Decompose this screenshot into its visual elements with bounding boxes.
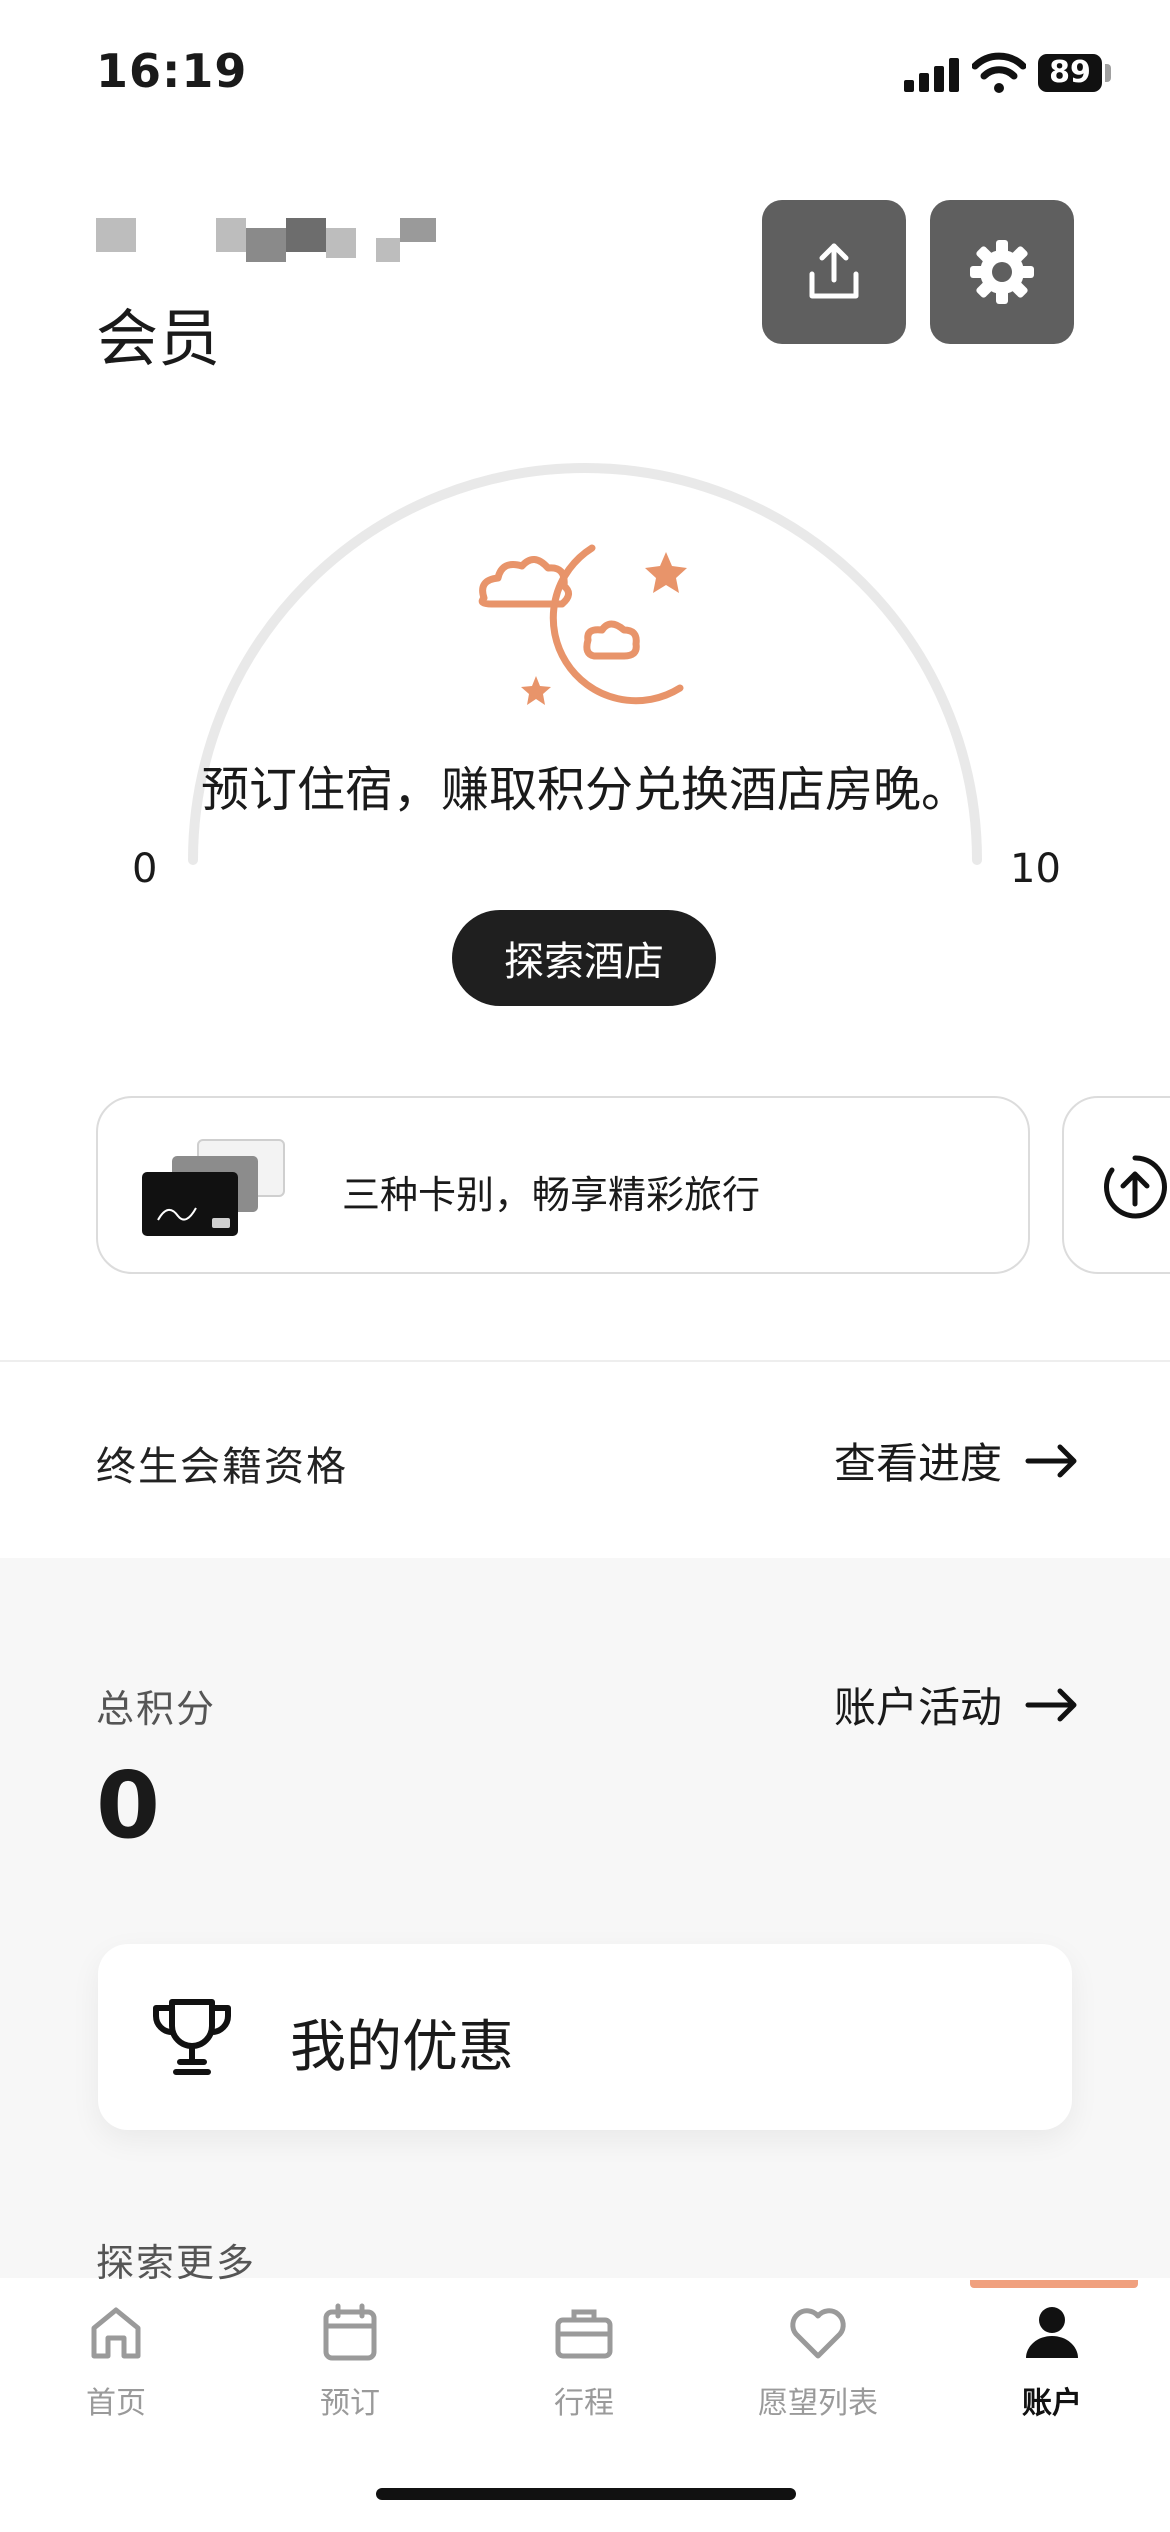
wifi-icon: [972, 52, 1026, 93]
upgrade-arrow-icon: [1104, 1155, 1167, 1219]
card-banner-text: 三种卡别，畅享精彩旅行: [342, 1173, 761, 1217]
view-progress-link[interactable]: 查看进度: [834, 1430, 1080, 1491]
home-indicator: [376, 2488, 796, 2500]
gear-icon: [970, 240, 1034, 304]
section-divider: [0, 1360, 1170, 1362]
my-offers-card[interactable]: 我的优惠: [98, 1944, 1072, 2130]
tab-trips-label: 行程: [554, 2386, 614, 2421]
tab-home[interactable]: 首页: [36, 2300, 196, 2422]
view-progress-label: 查看进度: [834, 1439, 1003, 1488]
share-icon: [809, 243, 859, 299]
heart-icon: [790, 2308, 846, 2359]
trophy-icon: [153, 1999, 231, 2075]
member-name-redacted: [96, 214, 446, 262]
gauge-max-label: 10: [1010, 846, 1061, 892]
tab-account-label: 账户: [1022, 2386, 1082, 2421]
explore-hotels-button[interactable]: 探索酒店: [452, 910, 716, 1006]
tab-wishlist[interactable]: 愿望列表: [738, 2300, 898, 2422]
tab-wishlist-label: 愿望列表: [758, 2386, 878, 2421]
cellular-signal-icon: [904, 58, 960, 92]
tab-booking[interactable]: 预订: [270, 2300, 430, 2422]
calendar-icon: [323, 2303, 377, 2361]
share-button[interactable]: [762, 200, 906, 344]
gauge-min-label: 0: [132, 846, 158, 892]
arrow-right-icon: [1025, 1688, 1077, 1721]
settings-button[interactable]: [930, 200, 1074, 344]
battery-nub: [1105, 64, 1111, 82]
upgrade-banner-partial[interactable]: [1062, 1096, 1170, 1274]
home-icon: [91, 2307, 141, 2359]
membership-tier: 会员: [96, 302, 221, 375]
moon-cloud-stars-icon: [478, 544, 687, 705]
status-time: 16:19: [96, 44, 248, 98]
my-offers-label: 我的优惠: [290, 2015, 514, 2080]
tab-account[interactable]: 账户: [972, 2300, 1132, 2422]
total-points-label: 总积分: [96, 1687, 217, 1731]
battery-indicator: 89: [1038, 54, 1102, 92]
briefcase-icon: [555, 2309, 613, 2359]
tab-home-label: 首页: [86, 2386, 146, 2421]
tab-booking-label: 预订: [320, 2386, 380, 2421]
account-activity-label: 账户活动: [834, 1683, 1003, 1732]
explore-more-heading: 探索更多: [96, 2241, 257, 2285]
membership-cards-illustration: [142, 1139, 285, 1236]
total-points-value: 0: [96, 1752, 161, 1859]
arrow-right-icon: [1025, 1444, 1077, 1477]
lifetime-membership-label: 终生会籍资格: [96, 1444, 348, 1490]
gauge-message: 预订住宿，赚取积分兑换酒店房晚。: [200, 762, 969, 818]
active-tab-indicator: [970, 2280, 1138, 2288]
account-icon: [1026, 2307, 1078, 2358]
tab-trips[interactable]: 行程: [504, 2300, 664, 2422]
card-tiers-banner[interactable]: 三种卡别，畅享精彩旅行: [96, 1096, 1030, 1274]
points-section: [0, 1558, 1170, 2278]
account-activity-link[interactable]: 账户活动: [834, 1674, 1080, 1735]
